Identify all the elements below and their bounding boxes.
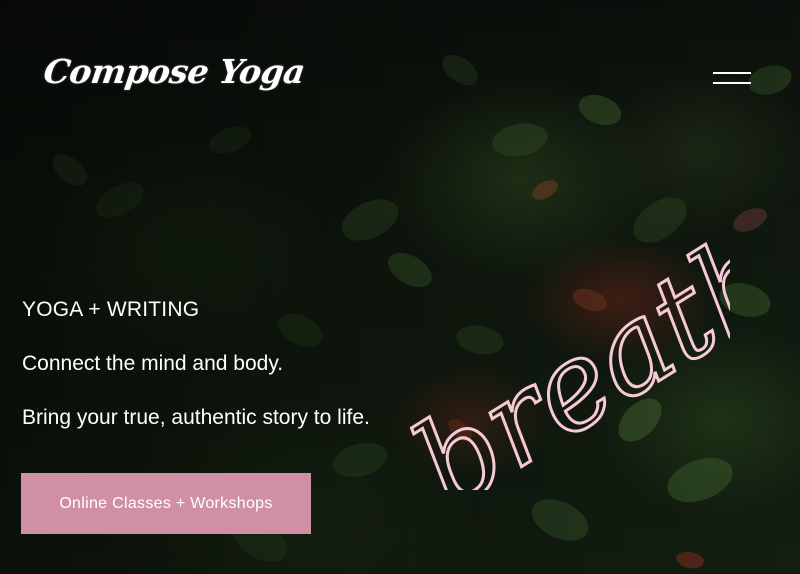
hero-section: breathe Compose Yoga YOGA + WRITING Conn…	[0, 0, 800, 574]
online-classes-button[interactable]: Online Classes + Workshops	[21, 473, 311, 534]
hero-tagline-line-2: Bring your true, authentic story to life…	[22, 406, 370, 429]
menu-line-bottom	[713, 82, 751, 84]
svg-text:breathe: breathe	[391, 190, 730, 490]
menu-line-top	[713, 72, 751, 74]
hamburger-menu-icon[interactable]	[713, 70, 751, 86]
hero-kicker: YOGA + WRITING	[22, 298, 200, 321]
hero-tagline-line-1: Connect the mind and body.	[22, 352, 284, 375]
breathe-neon-sign-image: breathe	[389, 190, 730, 490]
site-logo[interactable]: Compose Yoga	[41, 52, 307, 91]
